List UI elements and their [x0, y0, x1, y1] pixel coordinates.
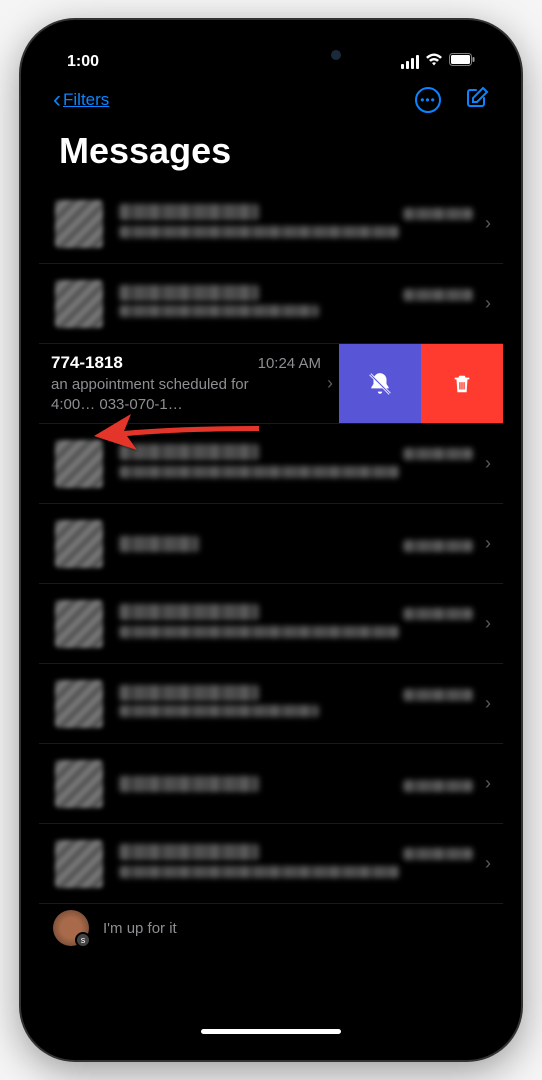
contact-name: 774-1818: [51, 353, 123, 373]
timestamp-blurred: [403, 780, 473, 792]
avatar: [55, 680, 103, 728]
preview-blurred: [119, 466, 399, 478]
chevron-right-icon: ›: [473, 533, 503, 554]
conversation-row[interactable]: ›: [39, 424, 503, 504]
conversation-row[interactable]: ›: [39, 824, 503, 904]
avatar-badge: s: [75, 932, 91, 948]
phone-frame: 1:00 ‹ Filters •••: [21, 20, 521, 1060]
conversation-row[interactable]: ›: [39, 584, 503, 664]
contact-name-blurred: [119, 444, 259, 460]
chevron-right-icon: ›: [321, 373, 339, 394]
notch: [171, 38, 371, 66]
home-indicator[interactable]: [201, 1029, 341, 1034]
preview-blurred: [119, 305, 319, 317]
nav-actions: •••: [415, 86, 489, 115]
preview-blurred: [119, 626, 399, 638]
preview-blurred: [119, 226, 399, 238]
chevron-right-icon: ›: [473, 453, 503, 474]
message-preview: I'm up for it: [103, 920, 177, 937]
compose-icon[interactable]: [465, 86, 489, 115]
contact-name-blurred: [119, 685, 259, 701]
timestamp-blurred: [403, 289, 473, 301]
trash-icon: [451, 372, 473, 396]
timestamp-blurred: [403, 608, 473, 620]
avatar: [55, 280, 103, 328]
timestamp-blurred: [403, 689, 473, 701]
timestamp: 10:24 AM: [258, 355, 321, 372]
contact-name-blurred: [119, 285, 259, 301]
message-preview: an appointment scheduled for 4:00… 033-0…: [51, 375, 321, 414]
conversation-list[interactable]: › › 774-1818: [39, 184, 503, 952]
delete-button[interactable]: [421, 344, 503, 423]
page-title: Messages: [39, 122, 503, 184]
back-label: Filters: [63, 90, 109, 110]
bell-slash-icon: [367, 371, 393, 397]
chevron-right-icon: ›: [473, 773, 503, 794]
chevron-right-icon: ›: [473, 213, 503, 234]
timestamp-blurred: [403, 208, 473, 220]
avatar: [55, 840, 103, 888]
contact-name-blurred: [119, 604, 259, 620]
timestamp-blurred: [403, 540, 473, 552]
conversation-row-swiped[interactable]: 774-1818 10:24 AM an appointment schedul…: [39, 344, 503, 424]
timestamp-blurred: [403, 848, 473, 860]
preview-blurred: [119, 705, 319, 717]
conversation-row[interactable]: ›: [39, 264, 503, 344]
conversation-row[interactable]: ›: [39, 184, 503, 264]
timestamp-blurred: [403, 448, 473, 460]
screen: 1:00 ‹ Filters •••: [39, 38, 503, 1042]
avatar: [55, 200, 103, 248]
mute-button[interactable]: [339, 344, 421, 423]
preview-blurred: [119, 866, 399, 878]
conversation-row[interactable]: ›: [39, 744, 503, 824]
contact-name-blurred: [119, 844, 259, 860]
contact-name-blurred: [119, 536, 199, 552]
avatar: s: [53, 910, 89, 946]
chevron-right-icon: ›: [473, 613, 503, 634]
avatar: [55, 440, 103, 488]
camera-dot: [331, 50, 341, 60]
conversation-content[interactable]: 774-1818 10:24 AM an appointment schedul…: [39, 344, 339, 423]
contact-name-blurred: [119, 776, 259, 792]
chevron-right-icon: ›: [473, 853, 503, 874]
chevron-right-icon: ›: [473, 293, 503, 314]
avatar: [55, 760, 103, 808]
nav-bar: ‹ Filters •••: [39, 78, 503, 122]
wifi-icon: [425, 53, 443, 72]
chevron-left-icon: ‹: [53, 86, 61, 114]
conversation-row[interactable]: s I'm up for it: [39, 904, 503, 952]
conversation-row[interactable]: ›: [39, 504, 503, 584]
status-time: 1:00: [67, 53, 99, 71]
conversation-row[interactable]: ›: [39, 664, 503, 744]
avatar: [55, 520, 103, 568]
avatar: [55, 600, 103, 648]
contact-name-blurred: [119, 204, 259, 220]
cellular-signal-icon: [401, 55, 419, 69]
chevron-right-icon: ›: [473, 693, 503, 714]
back-button[interactable]: ‹ Filters: [53, 86, 109, 114]
status-icons: [401, 53, 475, 72]
battery-icon: [449, 53, 475, 71]
more-options-icon[interactable]: •••: [415, 87, 441, 113]
